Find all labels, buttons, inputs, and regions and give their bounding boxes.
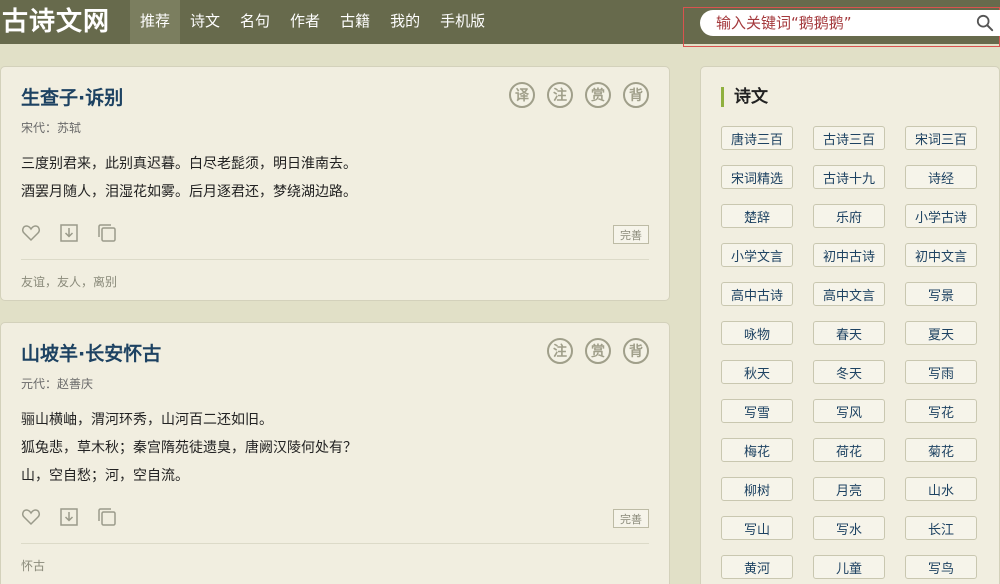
category-tag[interactable]: 初中文言 — [905, 243, 977, 267]
search-icon[interactable] — [976, 14, 994, 32]
copy-icon[interactable] — [97, 507, 117, 527]
category-tag[interactable]: 高中文言 — [813, 282, 885, 306]
category-tag[interactable]: 初中古诗 — [813, 243, 885, 267]
category-tag[interactable]: 儿童 — [813, 555, 885, 579]
nav-item-recommend[interactable]: 推荐 — [130, 0, 181, 44]
nav-item-mine[interactable]: 我的 — [380, 0, 430, 44]
category-tag[interactable]: 柳树 — [721, 477, 793, 501]
sidebar-panel: 诗文 唐诗三百 古诗三百 宋词三百 宋词精选 古诗十九 诗经 楚辞 乐府 小学古… — [700, 66, 1000, 584]
nav-item-classics[interactable]: 古籍 — [330, 0, 380, 44]
category-tag[interactable]: 长江 — [905, 516, 977, 540]
poem-tags[interactable]: 怀古 — [21, 557, 45, 574]
category-tag[interactable]: 宋词三百 — [905, 126, 977, 150]
category-tag[interactable]: 写雨 — [905, 360, 977, 384]
category-tag[interactable]: 写景 — [905, 282, 977, 306]
poem-title[interactable]: 生查子·诉别 — [21, 83, 123, 110]
poem-tags[interactable]: 友谊，友人，离别 — [21, 273, 117, 290]
improve-button[interactable]: 完善 — [613, 225, 649, 244]
heart-icon[interactable] — [21, 507, 41, 527]
category-tag[interactable]: 月亮 — [813, 477, 885, 501]
category-tag[interactable]: 冬天 — [813, 360, 885, 384]
annotate-badge[interactable]: 注 — [547, 338, 573, 364]
category-tag[interactable]: 高中古诗 — [721, 282, 793, 306]
sidebar-title: 诗文 — [721, 87, 768, 107]
recite-badge[interactable]: 背 — [623, 338, 649, 364]
divider — [21, 543, 649, 544]
poem-card: 山坡羊·长安怀古 注 赏 背 元代：赵善庆 骊山横岫，渭河环秀，山河百二还如旧。… — [0, 322, 670, 584]
poem-line: 酒罢月随人，泪湿花如雾。后月逐君还，梦绕湖边路。 — [21, 184, 357, 200]
nav-item-mobile[interactable]: 手机版 — [430, 0, 495, 44]
category-tag[interactable]: 咏物 — [721, 321, 793, 345]
appreciate-badge[interactable]: 赏 — [585, 338, 611, 364]
download-icon[interactable] — [59, 507, 79, 527]
improve-button[interactable]: 完善 — [613, 509, 649, 528]
category-tag[interactable]: 山水 — [905, 477, 977, 501]
poem-author[interactable]: 宋代：苏轼 — [21, 119, 81, 136]
category-tag[interactable]: 古诗十九 — [813, 165, 885, 189]
category-tag[interactable]: 梅花 — [721, 438, 793, 462]
category-tag[interactable]: 夏天 — [905, 321, 977, 345]
poem-actions — [21, 507, 117, 527]
poem-line: 狐兔悲，草木秋；秦宫隋苑徒遗臭，唐阙汉陵何处有？ — [21, 440, 357, 456]
category-tag[interactable]: 荷花 — [813, 438, 885, 462]
category-tag[interactable]: 写风 — [813, 399, 885, 423]
category-tag[interactable]: 春天 — [813, 321, 885, 345]
nav-item-poems[interactable]: 诗文 — [180, 0, 230, 44]
category-tag[interactable]: 写雪 — [721, 399, 793, 423]
category-tag[interactable]: 秋天 — [721, 360, 793, 384]
category-tag[interactable]: 诗经 — [905, 165, 977, 189]
nav-item-authors[interactable]: 作者 — [280, 0, 330, 44]
poem-line: 骊山横岫，渭河环秀，山河百二还如旧。 — [21, 412, 273, 428]
search-box — [700, 10, 1000, 36]
category-tag[interactable]: 黄河 — [721, 555, 793, 579]
category-tag[interactable]: 小学文言 — [721, 243, 793, 267]
poem-actions — [21, 223, 117, 243]
category-tag[interactable]: 写花 — [905, 399, 977, 423]
category-tag[interactable]: 小学古诗 — [905, 204, 977, 228]
category-tag[interactable]: 楚辞 — [721, 204, 793, 228]
category-tag[interactable]: 写山 — [721, 516, 793, 540]
category-grid: 唐诗三百 古诗三百 宋词三百 宋词精选 古诗十九 诗经 楚辞 乐府 小学古诗 小… — [721, 126, 977, 579]
heart-icon[interactable] — [21, 223, 41, 243]
category-tag[interactable]: 宋词精选 — [721, 165, 793, 189]
divider — [21, 259, 649, 260]
category-tag[interactable]: 菊花 — [905, 438, 977, 462]
category-tag[interactable]: 唐诗三百 — [721, 126, 793, 150]
appreciate-badge[interactable]: 赏 — [585, 82, 611, 108]
nav-item-quotes[interactable]: 名句 — [230, 0, 280, 44]
poem-line: 山，空自愁；河，空自流。 — [21, 468, 189, 484]
poem-badges: 注 赏 背 — [547, 338, 649, 364]
category-tag[interactable]: 写鸟 — [905, 555, 977, 579]
main-nav: 推荐 诗文 名句 作者 古籍 我的 手机版 — [130, 0, 495, 44]
copy-icon[interactable] — [97, 223, 117, 243]
poem-badges: 译 注 赏 背 — [509, 82, 649, 108]
category-tag[interactable]: 写水 — [813, 516, 885, 540]
category-tag[interactable]: 古诗三百 — [813, 126, 885, 150]
site-logo[interactable]: 古诗文网 — [2, 5, 110, 39]
poem-line: 三度别君来，此别真迟暮。白尽老髭须，明日淮南去。 — [21, 156, 357, 172]
download-icon[interactable] — [59, 223, 79, 243]
translate-badge[interactable]: 译 — [509, 82, 535, 108]
category-tag[interactable]: 乐府 — [813, 204, 885, 228]
annotate-badge[interactable]: 注 — [547, 82, 573, 108]
poem-author[interactable]: 元代：赵善庆 — [21, 375, 93, 392]
recite-badge[interactable]: 背 — [623, 82, 649, 108]
poem-title[interactable]: 山坡羊·长安怀古 — [21, 339, 161, 366]
poem-card: 生查子·诉别 译 注 赏 背 宋代：苏轼 三度别君来，此别真迟暮。白尽老髭须，明… — [0, 66, 670, 301]
search-input[interactable] — [716, 10, 966, 36]
